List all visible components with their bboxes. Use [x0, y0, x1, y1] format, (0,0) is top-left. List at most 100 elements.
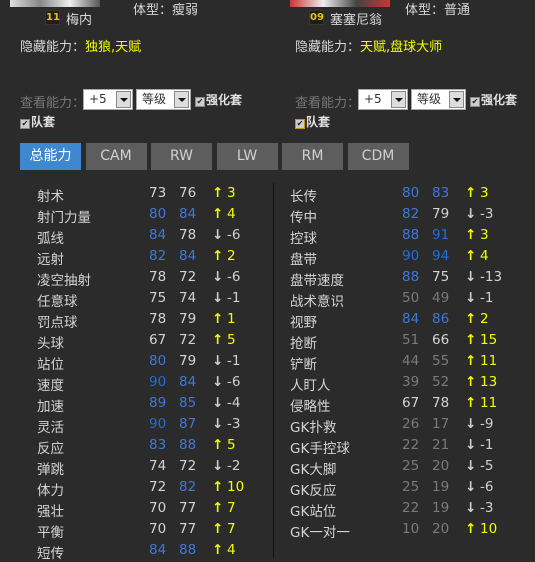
stat-name: 传中 [290, 210, 317, 226]
stat-diff: 11 [480, 395, 498, 411]
stat-row: 灵活 90 87 ↓ -3 [37, 414, 277, 436]
stat-value-after: 76 [179, 185, 197, 201]
stat-value-before: 25 [402, 479, 420, 495]
stat-value-after: 87 [179, 416, 197, 432]
stat-value-before: 80 [149, 353, 167, 369]
stat-diff: -6 [480, 479, 494, 495]
stat-diff: 3 [480, 185, 489, 201]
arrow-down-icon: ↓ [465, 458, 477, 474]
arrow-up-icon: ↑ [465, 227, 477, 243]
arrow-down-icon: ↓ [465, 479, 477, 495]
stat-value-before: 39 [402, 374, 420, 390]
stat-row: GK反应 25 19 ↓ -6 [290, 477, 530, 499]
chevron-down-icon[interactable] [449, 91, 464, 108]
arrow-down-icon: ↓ [465, 269, 477, 285]
tab-lw[interactable]: LW [216, 143, 278, 170]
player-photo-left [10, 0, 100, 7]
stat-value-before: 84 [149, 227, 167, 243]
stat-diff: 5 [227, 437, 236, 453]
stat-diff: -1 [480, 437, 494, 453]
body-type-left: 体型：瘦弱 [133, 3, 199, 18]
stat-row: 反应 83 88 ↑ 5 [37, 435, 277, 457]
chevron-down-icon[interactable] [174, 91, 189, 108]
stat-value-after: 84 [179, 374, 197, 390]
stat-value-after: 77 [179, 521, 197, 537]
arrow-up-icon: ↑ [465, 311, 477, 327]
stat-name: 抢断 [290, 336, 317, 352]
team-set-checkbox-right[interactable]: ✔ 队套 [295, 113, 330, 130]
stat-row: 体力 72 82 ↑ 10 [37, 477, 277, 499]
enhance-set-checkbox-left[interactable]: ✔ 强化套 [195, 91, 242, 108]
tab-cam[interactable]: CAM [85, 143, 147, 170]
stat-name: GK反应 [290, 483, 337, 499]
stat-name: 灵活 [37, 420, 64, 436]
team-set-checkbox-left[interactable]: ✔ 队套 [20, 113, 55, 130]
stat-row: 射术 73 76 ↑ 3 [37, 183, 277, 205]
tab-overall[interactable]: 总能力 [20, 143, 81, 170]
arrow-down-icon: ↓ [212, 353, 224, 369]
enhance-set-checkbox-right[interactable]: ✔ 强化套 [470, 91, 517, 108]
stat-value-after: 84 [179, 206, 197, 222]
stat-value-after: 55 [432, 353, 450, 369]
arrow-up-icon: ↑ [212, 542, 224, 558]
stat-row: 控球 88 91 ↑ 3 [290, 225, 530, 247]
arrow-up-icon: ↑ [465, 185, 477, 201]
stat-value-after: 79 [179, 311, 197, 327]
player-photo-right [290, 0, 390, 7]
arrow-down-icon: ↓ [212, 458, 224, 474]
arrow-down-icon: ↓ [212, 395, 224, 411]
stat-value-before: 22 [402, 437, 420, 453]
checkbox-icon[interactable]: ✔ [295, 119, 305, 129]
stat-name: 加速 [37, 399, 64, 415]
stat-name: 射术 [37, 189, 64, 205]
stat-value-before: 84 [402, 311, 420, 327]
stat-row: 铲断 44 55 ↑ 11 [290, 351, 530, 373]
stat-diff: -2 [227, 458, 241, 474]
stat-name: 站位 [37, 357, 64, 373]
stat-diff: -6 [227, 269, 241, 285]
tab-rw[interactable]: RW [151, 143, 212, 170]
stat-value-before: 78 [149, 269, 167, 285]
arrow-down-icon: ↓ [465, 500, 477, 516]
checkbox-icon[interactable]: ✔ [20, 119, 30, 129]
level-select-value: +5 [364, 92, 382, 106]
stat-row: 侵略性 67 78 ↑ 11 [290, 393, 530, 415]
level-select-left[interactable]: +5 [83, 89, 133, 110]
arrow-up-icon: ↑ [465, 248, 477, 264]
checkbox-label: 队套 [306, 115, 331, 129]
stat-row: 盘带速度 88 75 ↓ -13 [290, 267, 530, 289]
tab-cdm[interactable]: CDM [347, 143, 409, 170]
stat-value-after: 66 [432, 332, 450, 348]
stat-value-after: 84 [179, 248, 197, 264]
stat-value-before: 22 [402, 500, 420, 516]
level-select-right[interactable]: +5 [358, 89, 408, 110]
stat-value-before: 67 [149, 332, 167, 348]
grade-select-right[interactable]: 等级 [411, 89, 466, 110]
stat-value-before: 10 [402, 521, 420, 537]
arrow-up-icon: ↑ [212, 479, 224, 495]
arrow-down-icon: ↓ [212, 269, 224, 285]
stat-value-before: 90 [149, 374, 167, 390]
chevron-down-icon[interactable] [116, 91, 131, 108]
stats-list-left: 射术 73 76 ↑ 3 射门力量 80 84 ↑ 4 弧线 84 78 ↓ -6 远射 82 84 ↑ 2 凌空抽射 7… [37, 183, 277, 562]
chevron-down-icon[interactable] [391, 91, 406, 108]
stat-value-before: 72 [149, 479, 167, 495]
stat-diff: 2 [480, 311, 489, 327]
stat-row: 弹跳 74 72 ↓ -2 [37, 456, 277, 478]
arrow-down-icon: ↓ [465, 206, 477, 222]
stat-value-after: 88 [179, 542, 197, 558]
stat-diff: -3 [480, 206, 494, 222]
tab-rm[interactable]: RM [282, 143, 343, 170]
body-type-right: 体型：普通 [405, 3, 471, 18]
checkbox-icon[interactable]: ✔ [195, 97, 205, 107]
stat-value-after: 20 [432, 521, 450, 537]
stat-name: 远射 [37, 252, 64, 268]
stat-row: 速度 90 84 ↓ -6 [37, 372, 277, 394]
checkbox-icon[interactable]: ✔ [470, 97, 480, 107]
stat-row: 射门力量 80 84 ↑ 4 [37, 204, 277, 226]
stat-value-after: 79 [432, 206, 450, 222]
stat-name: GK扑救 [290, 420, 337, 436]
grade-select-left[interactable]: 等级 [136, 89, 191, 110]
arrow-down-icon: ↓ [212, 416, 224, 432]
stat-name: GK手控球 [290, 441, 350, 457]
